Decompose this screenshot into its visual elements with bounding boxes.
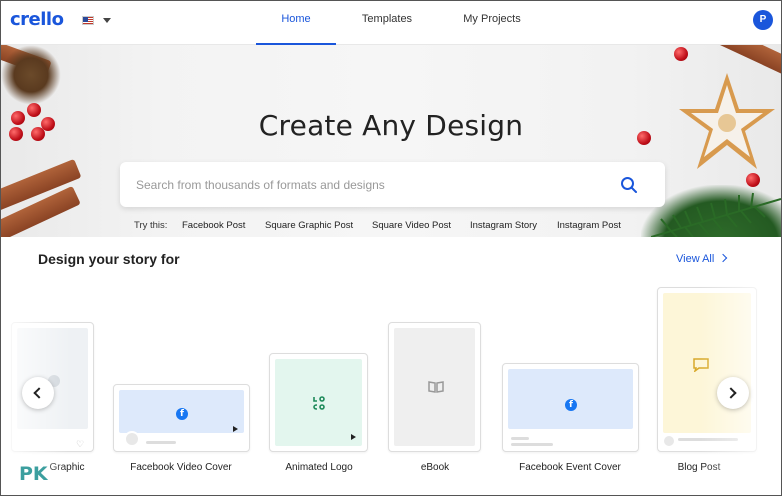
pk-watermark-logo: PK — [19, 463, 48, 485]
format-card-animated-logo[interactable] — [269, 353, 368, 452]
chevron-left-icon — [33, 387, 45, 399]
berry-decoration — [674, 47, 688, 61]
try-link-square-graphic-post[interactable]: Square Graphic Post — [265, 220, 353, 231]
view-all-link[interactable]: View All — [676, 253, 728, 265]
carousel-prev-button[interactable] — [22, 377, 54, 409]
top-navigation: crello Home Templates My Projects P — [1, 1, 781, 45]
book-icon — [428, 381, 444, 393]
carousel-next-button[interactable] — [717, 377, 749, 409]
us-flag-icon[interactable] — [82, 16, 94, 25]
pine-branch-decoration — [651, 192, 781, 237]
try-this-label: Try this: — [134, 220, 168, 231]
tab-my-projects[interactable]: My Projects — [447, 1, 537, 45]
card-label: Blog Post — [677, 462, 721, 473]
logo-icon — [313, 396, 325, 410]
hero-title: Create Any Design — [258, 109, 524, 142]
format-card-ebook[interactable] — [388, 322, 481, 452]
chevron-right-icon — [725, 387, 737, 399]
chevron-right-icon — [719, 253, 728, 263]
hero-banner: Create Any Design Try this: Facebook Pos… — [1, 45, 781, 237]
facebook-icon: f — [176, 408, 188, 420]
search-box — [120, 162, 665, 207]
placeholder-line — [511, 443, 553, 446]
comment-icon — [693, 358, 709, 372]
tab-home[interactable]: Home — [256, 1, 336, 45]
crello-logo[interactable]: crello — [10, 9, 64, 30]
tab-templates[interactable]: Templates — [347, 1, 427, 45]
placeholder-line — [678, 438, 738, 441]
format-card-facebook-event-cover[interactable]: f — [502, 363, 639, 452]
try-link-square-video-post[interactable]: Square Video Post — [372, 220, 451, 231]
placeholder-line — [511, 437, 529, 440]
facebook-icon: f — [565, 399, 577, 411]
play-icon — [347, 431, 359, 443]
try-link-instagram-story[interactable]: Instagram Story — [470, 220, 537, 231]
avatar[interactable]: P — [753, 10, 773, 30]
placeholder-line — [146, 441, 176, 444]
view-all-label: View All — [676, 253, 715, 265]
search-icon[interactable] — [620, 176, 638, 194]
try-link-instagram-post[interactable]: Instagram Post — [557, 220, 621, 231]
profile-avatar-placeholder — [664, 436, 674, 446]
format-card-blog-post[interactable] — [657, 287, 757, 452]
chevron-down-icon[interactable] — [103, 18, 111, 23]
section-title: Design your story for — [38, 251, 180, 267]
heart-icon: ♡ — [76, 439, 85, 449]
play-icon — [229, 423, 241, 435]
profile-avatar-placeholder — [124, 431, 140, 447]
card-label: Facebook Video Cover — [130, 462, 232, 473]
format-card-facebook-video-cover[interactable]: f — [113, 384, 250, 452]
star-anise-decoration — [1, 45, 61, 105]
search-input[interactable] — [136, 176, 596, 194]
try-link-facebook-post[interactable]: Facebook Post — [182, 220, 245, 231]
